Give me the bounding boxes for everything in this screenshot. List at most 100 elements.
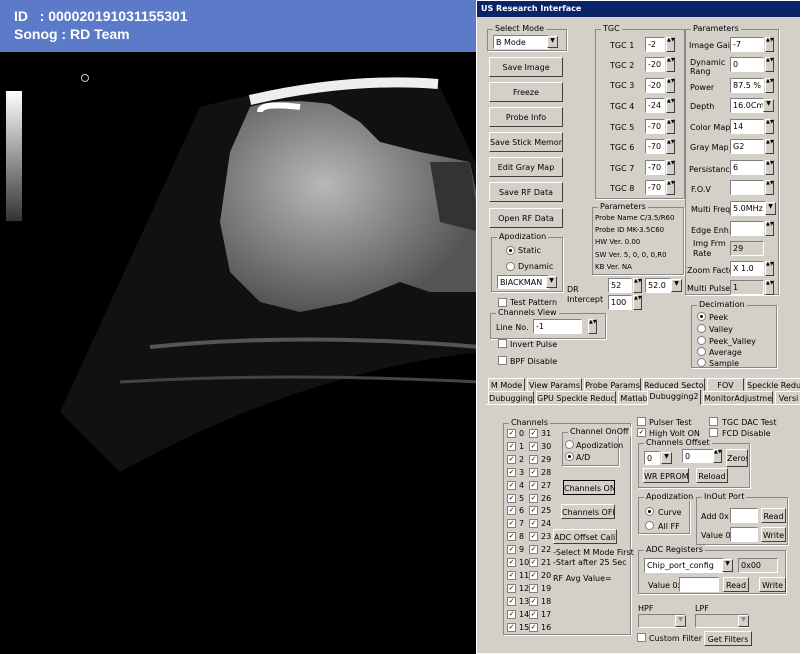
channel-checkbox[interactable]: ✓ (507, 506, 516, 516)
tgc5-spinner-icon[interactable]: ▲▼ (666, 119, 675, 134)
tab-version[interactable]: Versi (775, 391, 800, 404)
color-map-input[interactable]: 14 (730, 119, 764, 134)
decimation-average-radio[interactable] (697, 347, 706, 356)
channels-off-button[interactable]: Channels OFF (561, 504, 615, 519)
gray-map-input[interactable]: G2 (730, 139, 764, 154)
tgc6-spinner-icon[interactable]: ▲▼ (666, 139, 675, 154)
channel-checkbox[interactable]: ✓ (507, 467, 516, 477)
channel-checkbox[interactable]: ✓ (507, 480, 516, 490)
intercept-spinner-icon[interactable]: ▲▼ (633, 295, 642, 310)
dr-dropdown[interactable]: 52.0 (645, 278, 671, 293)
image-gain-spinner-icon[interactable]: ▲▼ (765, 37, 774, 52)
multi-freq-dropdown[interactable]: 5.0MHz (730, 201, 766, 216)
tgc1-input[interactable]: -2 (645, 37, 665, 52)
channel-checkbox[interactable]: ✓ (529, 454, 538, 464)
channel-checkbox[interactable]: ✓ (507, 558, 516, 567)
freeze-button[interactable]: Freeze (489, 82, 563, 102)
tgc2-input[interactable]: -20 (645, 57, 665, 72)
fov-spinner-icon[interactable]: ▲▼ (765, 180, 774, 195)
dynamic-range-spinner-icon[interactable]: ▲▼ (765, 57, 774, 72)
hpf-chevron-icon[interactable]: ▼ (675, 615, 686, 627)
tab-speckle-reduc[interactable]: Speckle Reduc (746, 378, 800, 391)
window-title[interactable]: US Research Interface (477, 1, 800, 17)
channel-checkbox[interactable]: ✓ (529, 493, 538, 503)
depth-chevron-icon[interactable]: ▼ (763, 99, 774, 112)
multi-pulse-spinner-icon[interactable]: ▲▼ (765, 280, 774, 295)
ultrasound-image[interactable] (0, 52, 480, 654)
decimation-peek-radio[interactable] (697, 312, 706, 321)
get-filters-button[interactable]: Get Filters (704, 631, 752, 646)
tgc4-input[interactable]: -24 (645, 98, 665, 113)
tab-dubugging2[interactable]: Dubugging2 (647, 389, 701, 405)
power-input[interactable]: 87.5 % (730, 78, 764, 93)
edge-enh-input[interactable] (730, 221, 764, 236)
channel-checkbox[interactable]: ✓ (507, 583, 516, 593)
ad-onoff-radio[interactable] (565, 452, 574, 461)
tab-monitor-adjustment[interactable]: MonitorAdjustment (703, 391, 773, 404)
channels-offset-select[interactable]: 0 (644, 451, 660, 465)
static-radio[interactable] (506, 246, 515, 255)
select-mode-dropdown[interactable]: B Mode (493, 35, 549, 49)
high-volt-checkbox[interactable]: ✓ (637, 428, 646, 437)
channels-on-button[interactable]: Channels ON (563, 480, 615, 495)
channel-checkbox[interactable]: ✓ (529, 545, 538, 555)
inout-add-input[interactable] (730, 508, 758, 523)
curve-radio[interactable] (645, 507, 654, 516)
channel-checkbox[interactable]: ✓ (507, 519, 516, 529)
decimation-sample-radio[interactable] (697, 358, 706, 367)
inout-value-input[interactable] (730, 527, 758, 542)
tab-matlab[interactable]: Matlab (618, 391, 650, 404)
channel-checkbox[interactable]: ✓ (529, 532, 538, 542)
adc-write-button[interactable]: Write (759, 577, 786, 592)
test-pattern-checkbox[interactable] (498, 298, 507, 307)
tab-gpu-speckle-reduc[interactable]: GPU Speckle Reduc. (536, 391, 616, 404)
persistance-input[interactable]: 6 (730, 160, 764, 175)
pulser-test-checkbox[interactable] (637, 417, 646, 426)
multi-pulse-input[interactable]: 1 (730, 280, 764, 295)
zoom-factor-spinner-icon[interactable]: ▲▼ (765, 261, 774, 276)
tab-dubugging[interactable]: Dubugging (488, 391, 534, 404)
zeros-button[interactable]: Zeros (726, 449, 748, 467)
channel-checkbox[interactable]: ✓ (529, 519, 538, 529)
reload-button[interactable]: Reload (696, 468, 728, 483)
channel-checkbox[interactable]: ✓ (529, 558, 538, 567)
tgc1-spinner-icon[interactable]: ▲▼ (666, 37, 675, 52)
select-mode-chevron-icon[interactable]: ▼ (547, 36, 558, 48)
channel-checkbox[interactable]: ✓ (507, 493, 516, 503)
fov-input[interactable] (730, 180, 764, 195)
tgc4-spinner-icon[interactable]: ▲▼ (666, 98, 675, 113)
dynamic-radio[interactable] (506, 262, 515, 271)
tgc6-input[interactable]: -70 (645, 139, 665, 154)
channel-checkbox[interactable]: ✓ (529, 570, 538, 580)
channel-checkbox[interactable]: ✓ (507, 429, 516, 438)
tgc7-input[interactable]: -70 (645, 160, 665, 175)
save-stick-memory-button[interactable]: Save Stick Memory (489, 132, 563, 152)
adc-register-dropdown[interactable]: Chip_port_config (644, 558, 724, 573)
fcd-disable-checkbox[interactable] (709, 428, 718, 437)
inout-write-button[interactable]: Write (761, 527, 786, 542)
line-no-spinner-icon[interactable]: ▲▼ (588, 319, 597, 334)
edge-enh-spinner-icon[interactable]: ▲▼ (765, 221, 774, 236)
custom-filter-checkbox[interactable] (637, 633, 646, 642)
bpf-disable-checkbox[interactable] (498, 356, 507, 365)
channels-offset-chevron-icon[interactable]: ▼ (661, 452, 672, 464)
tgc7-spinner-icon[interactable]: ▲▼ (666, 160, 675, 175)
adc-register-chevron-icon[interactable]: ▼ (722, 559, 733, 572)
line-no-input[interactable]: -1 (533, 319, 582, 334)
decimation-valley-radio[interactable] (697, 324, 706, 333)
channel-checkbox[interactable]: ✓ (507, 570, 516, 580)
image-gain-input[interactable]: -7 (730, 37, 764, 52)
tgc3-input[interactable]: -20 (645, 78, 665, 93)
multi-freq-chevron-icon[interactable]: ▼ (765, 202, 776, 215)
decimation-peek-valley-radio[interactable] (697, 336, 706, 345)
adc-offset-calib-button[interactable]: ADC Offset Calib. (553, 529, 617, 544)
save-rf-data-button[interactable]: Save RF Data (489, 182, 563, 202)
channel-checkbox[interactable]: ✓ (507, 622, 516, 632)
tab-view-params[interactable]: View Params (527, 378, 582, 391)
tgc5-input[interactable]: -70 (645, 119, 665, 134)
color-map-spinner-icon[interactable]: ▲▼ (765, 119, 774, 134)
channel-checkbox[interactable]: ✓ (529, 429, 538, 438)
open-rf-data-button[interactable]: Open RF Data (489, 208, 563, 228)
edit-gray-map-button[interactable]: Edit Gray Map (489, 157, 563, 177)
depth-dropdown[interactable]: 16.0Cm (730, 98, 764, 113)
